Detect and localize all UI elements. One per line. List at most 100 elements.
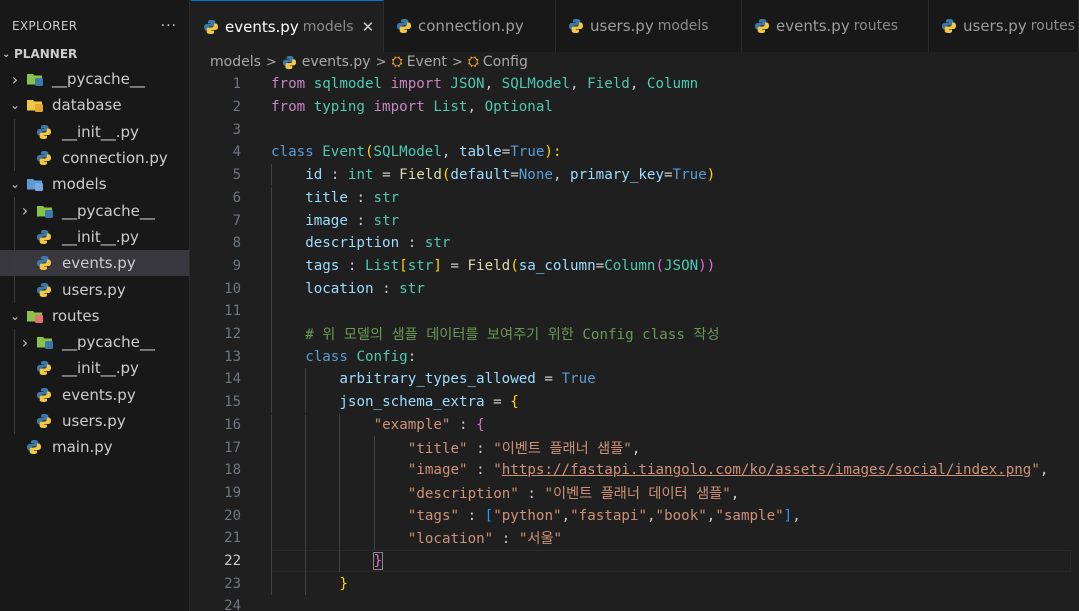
code-token: = [484, 394, 511, 411]
code-token: , [730, 485, 740, 502]
code-token: , [646, 507, 656, 524]
code-line[interactable]: 12 # 위 모델의 샘플 데이터를 보여주기 위한 Config class 작… [191, 322, 1079, 346]
code-line[interactable]: 22} [191, 549, 1079, 573]
code-editor[interactable]: 1 from sqlmodel import JSON, SQLModel, Fi… [191, 74, 1079, 611]
breadcrumb-file[interactable]: events.py [302, 54, 371, 70]
code-token: ] [783, 507, 793, 524]
tab-description: routes [853, 18, 899, 34]
editor-tab[interactable]: users.py models [556, 0, 742, 52]
code-line[interactable]: 13 class Config: [191, 345, 1079, 369]
editor-tab[interactable]: users.py routes [929, 0, 1079, 52]
folder-pycache-icon [36, 334, 54, 350]
tree-item[interactable]: __init__.py [0, 118, 189, 145]
tree-item[interactable]: __init__.py [0, 223, 189, 251]
code-token: = [510, 167, 519, 184]
tree-item[interactable]: __init__.py [0, 355, 189, 382]
code-line[interactable]: 21 "location" : "서울" [191, 527, 1079, 550]
code-line[interactable]: 2 from typing import List, Optional [191, 96, 1079, 119]
tree-item[interactable]: events.py [0, 381, 189, 408]
code-text: } [372, 552, 384, 571]
code-token: "서울" [518, 531, 563, 548]
tree-item[interactable]: ⌄ routes [0, 303, 189, 329]
code-token: JSON [663, 257, 699, 274]
code-line[interactable]: 15 json_schema_extra = { [191, 390, 1079, 414]
code-token: sa_column [518, 257, 596, 274]
indent-guide [14, 118, 15, 145]
line-number: 5 [232, 167, 241, 184]
code-line[interactable]: 8 description : str [191, 231, 1079, 255]
folder-database-icon [26, 97, 44, 113]
code-line[interactable]: 17 "title" : "이벤트 플래너 샘플", [191, 436, 1079, 459]
chevron-right-icon[interactable]: › [8, 70, 22, 89]
code-token: , [484, 76, 502, 93]
tree-item[interactable]: events.py [0, 250, 189, 277]
breadcrumb-folder[interactable]: models [210, 54, 261, 70]
line-number: 8 [232, 235, 241, 252]
code-token: int [347, 167, 374, 184]
code-line[interactable]: 1 from sqlmodel import JSON, SQLModel, Fi… [191, 73, 1079, 96]
code-token: "image" [407, 462, 468, 479]
class-symbol-icon: ⛭ [467, 54, 479, 70]
indent-guide [271, 436, 272, 459]
code-token: None [518, 167, 553, 184]
project-folder-header[interactable]: ⌄ PLANNER [0, 46, 189, 62]
code-line[interactable]: 23} [191, 572, 1079, 596]
python-icon [36, 387, 54, 403]
code-line[interactable]: 11 [191, 300, 1079, 323]
close-icon[interactable]: ✕ [362, 18, 375, 36]
chevron-right-icon[interactable]: › [18, 333, 32, 352]
breadcrumb-member[interactable]: Config [483, 54, 528, 70]
indent-guide [339, 549, 341, 573]
more-actions-button[interactable]: ··· [161, 18, 177, 34]
line-number: 4 [232, 144, 241, 161]
tree-item[interactable]: › __pycache__ [0, 66, 189, 92]
tree-item[interactable]: ⌄ database [0, 92, 189, 118]
code-line[interactable]: 19 "description" : "이벤트 플래너 데이터 샘플", [191, 481, 1079, 505]
code-token: : [459, 507, 485, 524]
code-token: "example" [373, 416, 451, 433]
folder-pycache-icon [26, 71, 44, 87]
editor-tab[interactable]: events.py routes [742, 0, 929, 52]
code-line[interactable]: 20 "tags" : ["python","fastapi","book","s… [191, 504, 1079, 527]
line-number: 3 [232, 121, 241, 138]
code-token: SQLModel [373, 144, 442, 161]
code-line[interactable]: 14 arbitrary_types_allowed = True [191, 368, 1079, 391]
tree-item[interactable]: users.py [0, 407, 189, 435]
code-line[interactable]: 6 title : str [191, 186, 1079, 210]
tree-item[interactable]: › __pycache__ [0, 328, 189, 356]
code-token: # 위 모델의 샘플 데이터를 보여주기 위한 Config class 작성 [305, 327, 720, 344]
indent-guide [271, 277, 272, 300]
tree-item[interactable]: connection.py [0, 144, 189, 172]
code-line[interactable]: 24 [191, 595, 1079, 611]
chevron-down-icon[interactable]: ⌄ [8, 177, 22, 191]
code-token: "이벤트 플래너 데이터 샘플" [544, 485, 731, 502]
code-line[interactable]: 3 [191, 118, 1079, 141]
code-line[interactable]: 18 "image" : "https://fastapi.tiangolo.co… [191, 458, 1079, 482]
code-token: "python" [493, 507, 562, 524]
line-number: 13 [224, 348, 241, 365]
editor-tab[interactable]: events.py models ✕ [191, 0, 384, 52]
indent-guide [339, 527, 341, 550]
chevron-down-icon[interactable]: ⌄ [8, 98, 22, 112]
tree-item[interactable]: ⌄ models [0, 171, 189, 197]
code-line[interactable]: 4 class Event(SQLModel, table=True): [191, 141, 1079, 164]
code-line[interactable]: 7 image : str [191, 209, 1079, 232]
breadcrumb-class[interactable]: Event [407, 54, 447, 70]
code-token: , [629, 76, 647, 93]
tree-item[interactable]: › __pycache__ [0, 197, 189, 224]
tree-item[interactable]: main.py [0, 434, 189, 460]
code-token: class [271, 144, 314, 161]
code-line[interactable]: 5 id : int = Field(default=None, primary_… [191, 163, 1079, 187]
code-token: = [664, 167, 673, 184]
editor-tab[interactable]: connection.py [384, 0, 556, 52]
tree-item[interactable]: users.py [0, 276, 189, 303]
chevron-down-icon[interactable]: ⌄ [8, 309, 22, 323]
indent-guide [339, 458, 341, 482]
chevron-right-icon[interactable]: › [18, 201, 32, 220]
code-line[interactable]: 9 tags : List[str] = Field(sa_column=Colu… [191, 254, 1079, 278]
tab-label: users.py [963, 17, 1027, 35]
code-line[interactable]: 10 location : str [191, 277, 1079, 300]
code-token: : [347, 189, 374, 206]
code-line[interactable]: 16 "example" : { [191, 413, 1079, 437]
